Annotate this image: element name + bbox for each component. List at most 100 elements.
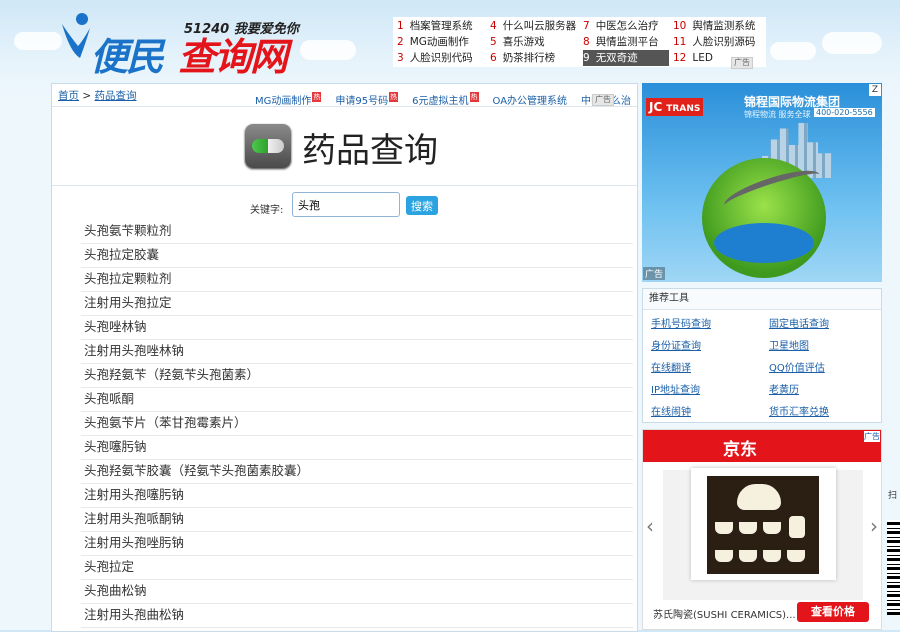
search-button[interactable]: 搜索 bbox=[406, 196, 438, 215]
top-link-2[interactable]: 2 MG动画制作 bbox=[397, 34, 487, 50]
search-input[interactable] bbox=[292, 192, 400, 217]
hot-badge: 热 bbox=[469, 92, 479, 102]
breadcrumb-home-link[interactable]: 首页 bbox=[58, 90, 79, 102]
top-link-number: 5 bbox=[490, 36, 497, 48]
result-item[interactable]: 注射用头孢曲松钠 bbox=[81, 604, 633, 628]
top-link-number: 8 bbox=[583, 36, 590, 48]
result-item[interactable]: 注射用头孢唑肟钠 bbox=[81, 532, 633, 556]
tool-link[interactable]: 卫星地图 bbox=[769, 337, 809, 352]
ad-slogan: 锦程物流 服务全球 bbox=[744, 110, 811, 119]
recommended-tools: 推荐工具 手机号码查询 固定电话查询身份证查询 卫星地图在线翻译 QQ价值评估 IP地址… bbox=[642, 288, 882, 423]
top-link-label: 人脸识别代码 bbox=[409, 52, 473, 64]
ad-label: 广告 bbox=[643, 267, 666, 280]
result-item[interactable]: 头孢羟氨苄胶囊（羟氨苄头孢菌素胶囊） bbox=[81, 460, 633, 484]
tool-link[interactable]: QQ价值评估 bbox=[769, 359, 825, 374]
ad-corner-icon[interactable]: Z bbox=[869, 84, 881, 96]
search-label: 关键字: bbox=[250, 205, 284, 216]
top-link-label: 人脸识别源码 bbox=[692, 36, 756, 48]
ad-badge[interactable]: 广告 bbox=[864, 431, 880, 442]
top-link-8[interactable]: 8 舆情监测平台 bbox=[583, 34, 669, 50]
chevron-left-icon[interactable]: ‹ bbox=[646, 514, 654, 538]
top-link-7[interactable]: 7 中医怎么治疗 bbox=[583, 18, 669, 34]
result-item[interactable]: 头孢唑林钠 bbox=[81, 316, 633, 340]
result-item[interactable]: 头孢氨苄颗粒剂 bbox=[81, 220, 633, 244]
top-link-11[interactable]: 11 人脸识别源码 bbox=[673, 34, 763, 50]
result-item[interactable]: 头孢氨苄片（苯甘孢霉素片） bbox=[81, 412, 633, 436]
side-scan-text: 扫 bbox=[888, 491, 898, 501]
result-item[interactable]: 注射用头孢拉定 bbox=[81, 292, 633, 316]
top-link-label: MG动画制作 bbox=[409, 36, 469, 48]
tool-link[interactable]: 手机号码查询 bbox=[651, 315, 711, 330]
top-link-5[interactable]: 5 喜乐游戏 bbox=[490, 34, 580, 50]
cloud-decoration bbox=[822, 32, 882, 54]
top-link-label: LED bbox=[692, 52, 713, 64]
tools-title: 推荐工具 bbox=[643, 289, 881, 310]
breadcrumb-separator: > bbox=[82, 90, 92, 102]
top-link-number: 12 bbox=[673, 52, 687, 64]
tool-link[interactable]: 在线闹钟 bbox=[651, 403, 691, 418]
result-item[interactable]: 头孢拉定颗粒剂 bbox=[81, 268, 633, 292]
tool-link[interactable]: 货币汇率兑换 bbox=[769, 403, 829, 418]
tool-link[interactable]: 在线翻译 bbox=[651, 359, 691, 374]
tool-link[interactable]: 身份证查询 bbox=[651, 337, 701, 352]
top-link-3[interactable]: 3 人脸识别代码 bbox=[397, 50, 487, 66]
result-item[interactable]: 注射用头孢哌酮钠 bbox=[81, 508, 633, 532]
page-title-row: 药品查询 bbox=[52, 106, 637, 186]
jd-logo: 京东 bbox=[723, 440, 757, 460]
tool-link[interactable]: 老黄历 bbox=[769, 381, 799, 396]
cloud-decoration bbox=[14, 32, 62, 50]
top-link-label: 什么叫云服务器 bbox=[502, 20, 577, 32]
top-link-number: 10 bbox=[673, 20, 687, 32]
chevron-right-icon[interactable]: › bbox=[870, 514, 878, 538]
top-link-number: 11 bbox=[673, 36, 687, 48]
result-item[interactable]: 头孢曲松钠 bbox=[81, 580, 633, 604]
result-item[interactable]: 头孢拉定胶囊 bbox=[81, 244, 633, 268]
check-price-button[interactable]: 查看价格 bbox=[797, 602, 869, 622]
site-logo[interactable]: 51240 我要爱免你 便民 查询网 bbox=[58, 10, 308, 79]
pill-icon bbox=[245, 124, 291, 168]
result-item[interactable]: 头孢羟氨苄（羟氨苄头孢菌素） bbox=[81, 364, 633, 388]
tool-link[interactable]: 固定电话查询 bbox=[769, 315, 829, 330]
hot-badge: 热 bbox=[389, 92, 399, 102]
qr-code-icon[interactable] bbox=[887, 520, 900, 615]
logistics-ad-banner[interactable]: JC TRANS 锦程国际物流集团 锦程物流 服务全球 400-020-5556 … bbox=[642, 83, 882, 282]
ad-phone: 400-020-5556 bbox=[814, 108, 875, 117]
brand-name-part2: 查询网 bbox=[178, 35, 288, 79]
cloud-decoration bbox=[300, 40, 356, 60]
person-icon bbox=[62, 13, 90, 58]
top-link-6[interactable]: 6 奶茶排行榜 bbox=[490, 50, 580, 66]
result-item[interactable]: 头孢拉定 bbox=[81, 556, 633, 580]
jd-product-ad[interactable]: 京东 广告 ‹ › 苏氏陶瓷(SUSHI CERAMICS)... 查看价格 bbox=[642, 429, 882, 630]
brand-name-part1: 便民 bbox=[90, 35, 164, 79]
product-image[interactable] bbox=[691, 468, 836, 580]
top-hot-links: 1 档案管理系统 2 MG动画制作 3 人脸识别代码 4 什么叫云服务器 5 喜乐游戏 6 奶茶排行榜… bbox=[393, 17, 766, 67]
top-link-label: 无双奇迹 bbox=[595, 52, 638, 64]
ad-badge[interactable]: 广告 bbox=[592, 94, 614, 106]
top-link-number: 3 bbox=[397, 52, 404, 64]
top-link-number: 1 bbox=[397, 20, 404, 32]
breadcrumb-current-link[interactable]: 药品查询 bbox=[95, 90, 137, 102]
tool-link[interactable]: IP地址查询 bbox=[651, 381, 700, 396]
result-item[interactable]: 头孢噻肟钠 bbox=[81, 436, 633, 460]
result-item[interactable]: 头孢哌酮 bbox=[81, 388, 633, 412]
product-caption[interactable]: 苏氏陶瓷(SUSHI CERAMICS)... bbox=[653, 606, 796, 621]
top-link-4[interactable]: 4 什么叫云服务器 bbox=[490, 18, 580, 34]
hot-badge: 热 bbox=[312, 92, 322, 102]
top-link-label: 喜乐游戏 bbox=[502, 36, 545, 48]
result-item[interactable]: 注射用头孢唑林钠 bbox=[81, 340, 633, 364]
top-link-label: 舆情监测系统 bbox=[692, 20, 756, 32]
top-link-number: 4 bbox=[490, 20, 497, 32]
top-link-number: 2 bbox=[397, 36, 404, 48]
jc-trans-logo: JC TRANS bbox=[646, 98, 704, 116]
top-link-label: 档案管理系统 bbox=[409, 20, 473, 32]
top-link-10[interactable]: 10 舆情监测系统 bbox=[673, 18, 763, 34]
breadcrumb: 首页 > 药品查询 bbox=[58, 88, 137, 103]
top-link-1[interactable]: 1 档案管理系统 bbox=[397, 18, 487, 34]
result-item[interactable]: 注射用头孢噻肟钠 bbox=[81, 484, 633, 508]
quick-links: MG动画制作热申请95号码热6元虚拟主机热OA办公管理系统中医怎么治 bbox=[255, 92, 645, 107]
ad-brand-sub: TRANS bbox=[666, 104, 701, 114]
top-link-9[interactable]: 9 无双奇迹 bbox=[583, 50, 669, 66]
ad-badge[interactable]: 广告 bbox=[731, 57, 753, 69]
top-link-number: 6 bbox=[490, 52, 497, 64]
ad-brand: JC bbox=[649, 100, 663, 114]
